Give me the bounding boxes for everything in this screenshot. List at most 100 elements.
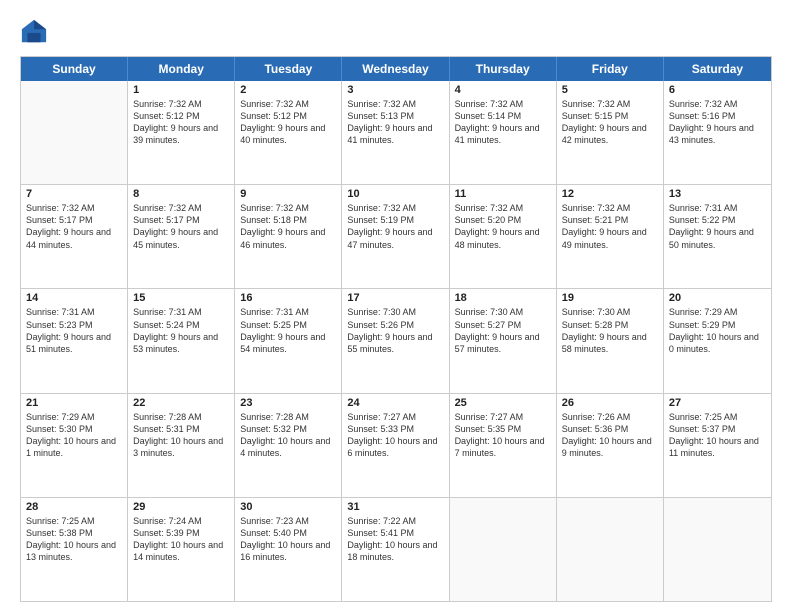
cell-info: Sunrise: 7:30 AMSunset: 5:26 PMDaylight:…: [347, 306, 443, 355]
day-number: 10: [347, 188, 443, 200]
weekday-header-saturday: Saturday: [664, 57, 771, 81]
day-number: 8: [133, 188, 229, 200]
cal-cell: 11 Sunrise: 7:32 AMSunset: 5:20 PMDayligh…: [450, 185, 557, 288]
cell-info: Sunrise: 7:28 AMSunset: 5:31 PMDaylight:…: [133, 411, 229, 460]
logo: [20, 18, 52, 46]
week-row-4: 21 Sunrise: 7:29 AMSunset: 5:30 PMDayligh…: [21, 393, 771, 497]
cal-cell: 4Sunrise: 7:32 AMSunset: 5:14 PMDaylight…: [450, 81, 557, 184]
cal-cell: 21 Sunrise: 7:29 AMSunset: 5:30 PMDayligh…: [21, 394, 128, 497]
week-row-1: 1Sunrise: 7:32 AMSunset: 5:12 PMDaylight…: [21, 81, 771, 184]
weekday-header-sunday: Sunday: [21, 57, 128, 81]
weekday-header-wednesday: Wednesday: [342, 57, 449, 81]
calendar-header: SundayMondayTuesdayWednesdayThursdayFrid…: [21, 57, 771, 81]
week-row-3: 14 Sunrise: 7:31 AMSunset: 5:23 PMDayligh…: [21, 288, 771, 392]
cell-info: Sunrise: 7:32 AMSunset: 5:16 PMDaylight:…: [669, 98, 766, 147]
cell-info: Sunrise: 7:31 AMSunset: 5:23 PMDaylight:…: [26, 306, 122, 355]
day-number: 15: [133, 292, 229, 304]
day-number: 20: [669, 292, 766, 304]
day-number: 27: [669, 397, 766, 409]
cell-info: Sunrise: 7:32 AMSunset: 5:12 PMDaylight:…: [133, 98, 229, 147]
cal-cell: 17 Sunrise: 7:30 AMSunset: 5:26 PMDayligh…: [342, 289, 449, 392]
cell-info: Sunrise: 7:25 AMSunset: 5:37 PMDaylight:…: [669, 411, 766, 460]
cal-cell: 10 Sunrise: 7:32 AMSunset: 5:19 PMDayligh…: [342, 185, 449, 288]
cal-cell: 14 Sunrise: 7:31 AMSunset: 5:23 PMDayligh…: [21, 289, 128, 392]
cell-info: Sunrise: 7:32 AMSunset: 5:15 PMDaylight:…: [562, 98, 658, 147]
cal-cell: 23 Sunrise: 7:28 AMSunset: 5:32 PMDayligh…: [235, 394, 342, 497]
cell-info: Sunrise: 7:32 AMSunset: 5:19 PMDaylight:…: [347, 202, 443, 251]
cal-cell: 2Sunrise: 7:32 AMSunset: 5:12 PMDaylight…: [235, 81, 342, 184]
day-number: 16: [240, 292, 336, 304]
cal-cell: [557, 498, 664, 601]
cell-info: Sunrise: 7:31 AMSunset: 5:24 PMDaylight:…: [133, 306, 229, 355]
logo-icon: [20, 18, 48, 46]
cal-cell: [21, 81, 128, 184]
day-number: 2: [240, 84, 336, 96]
cal-cell: 9Sunrise: 7:32 AMSunset: 5:18 PMDaylight…: [235, 185, 342, 288]
day-number: 13: [669, 188, 766, 200]
cal-cell: 24 Sunrise: 7:27 AMSunset: 5:33 PMDayligh…: [342, 394, 449, 497]
cell-info: Sunrise: 7:32 AMSunset: 5:18 PMDaylight:…: [240, 202, 336, 251]
week-row-5: 28Sunrise: 7:25 AMSunset: 5:38 PMDayligh…: [21, 497, 771, 601]
day-number: 12: [562, 188, 658, 200]
week-row-2: 7 Sunrise: 7:32 AMSunset: 5:17 PMDaylight…: [21, 184, 771, 288]
cal-cell: 8 Sunrise: 7:32 AMSunset: 5:17 PMDaylight…: [128, 185, 235, 288]
header: [20, 18, 772, 46]
cell-info: Sunrise: 7:29 AMSunset: 5:30 PMDaylight:…: [26, 411, 122, 460]
day-number: 25: [455, 397, 551, 409]
day-number: 29: [133, 501, 229, 513]
cal-cell: 3 Sunrise: 7:32 AMSunset: 5:13 PMDaylight…: [342, 81, 449, 184]
cal-cell: 20 Sunrise: 7:29 AMSunset: 5:29 PMDayligh…: [664, 289, 771, 392]
cal-cell: 7 Sunrise: 7:32 AMSunset: 5:17 PMDaylight…: [21, 185, 128, 288]
cell-info: Sunrise: 7:24 AMSunset: 5:39 PMDaylight:…: [133, 515, 229, 564]
page: SundayMondayTuesdayWednesdayThursdayFrid…: [0, 0, 792, 612]
cal-cell: 31 Sunrise: 7:22 AMSunset: 5:41 PMDayligh…: [342, 498, 449, 601]
cell-info: Sunrise: 7:22 AMSunset: 5:41 PMDaylight:…: [347, 515, 443, 564]
weekday-header-friday: Friday: [557, 57, 664, 81]
day-number: 23: [240, 397, 336, 409]
day-number: 14: [26, 292, 122, 304]
cal-cell: 5Sunrise: 7:32 AMSunset: 5:15 PMDaylight…: [557, 81, 664, 184]
cell-info: Sunrise: 7:28 AMSunset: 5:32 PMDaylight:…: [240, 411, 336, 460]
cell-info: Sunrise: 7:27 AMSunset: 5:33 PMDaylight:…: [347, 411, 443, 460]
weekday-header-tuesday: Tuesday: [235, 57, 342, 81]
cell-info: Sunrise: 7:31 AMSunset: 5:22 PMDaylight:…: [669, 202, 766, 251]
day-number: 19: [562, 292, 658, 304]
cal-cell: 18Sunrise: 7:30 AMSunset: 5:27 PMDayligh…: [450, 289, 557, 392]
cell-info: Sunrise: 7:23 AMSunset: 5:40 PMDaylight:…: [240, 515, 336, 564]
day-number: 26: [562, 397, 658, 409]
day-number: 31: [347, 501, 443, 513]
cal-cell: 25 Sunrise: 7:27 AMSunset: 5:35 PMDayligh…: [450, 394, 557, 497]
day-number: 18: [455, 292, 551, 304]
day-number: 28: [26, 501, 122, 513]
cal-cell: [664, 498, 771, 601]
day-number: 3: [347, 84, 443, 96]
cal-cell: 6 Sunrise: 7:32 AMSunset: 5:16 PMDaylight…: [664, 81, 771, 184]
cell-info: Sunrise: 7:31 AMSunset: 5:25 PMDaylight:…: [240, 306, 336, 355]
cal-cell: 1Sunrise: 7:32 AMSunset: 5:12 PMDaylight…: [128, 81, 235, 184]
cal-cell: 15 Sunrise: 7:31 AMSunset: 5:24 PMDayligh…: [128, 289, 235, 392]
cell-info: Sunrise: 7:32 AMSunset: 5:20 PMDaylight:…: [455, 202, 551, 251]
cal-cell: 13 Sunrise: 7:31 AMSunset: 5:22 PMDayligh…: [664, 185, 771, 288]
cal-cell: 27 Sunrise: 7:25 AMSunset: 5:37 PMDayligh…: [664, 394, 771, 497]
cell-info: Sunrise: 7:27 AMSunset: 5:35 PMDaylight:…: [455, 411, 551, 460]
cal-cell: 12Sunrise: 7:32 AMSunset: 5:21 PMDayligh…: [557, 185, 664, 288]
cell-info: Sunrise: 7:32 AMSunset: 5:17 PMDaylight:…: [133, 202, 229, 251]
cal-cell: 19Sunrise: 7:30 AMSunset: 5:28 PMDayligh…: [557, 289, 664, 392]
day-number: 6: [669, 84, 766, 96]
cal-cell: 26 Sunrise: 7:26 AMSunset: 5:36 PMDayligh…: [557, 394, 664, 497]
cal-cell: 22Sunrise: 7:28 AMSunset: 5:31 PMDayligh…: [128, 394, 235, 497]
cal-cell: 30Sunrise: 7:23 AMSunset: 5:40 PMDayligh…: [235, 498, 342, 601]
day-number: 7: [26, 188, 122, 200]
calendar-body: 1Sunrise: 7:32 AMSunset: 5:12 PMDaylight…: [21, 81, 771, 601]
cell-info: Sunrise: 7:29 AMSunset: 5:29 PMDaylight:…: [669, 306, 766, 355]
cal-cell: 29 Sunrise: 7:24 AMSunset: 5:39 PMDayligh…: [128, 498, 235, 601]
day-number: 4: [455, 84, 551, 96]
cell-info: Sunrise: 7:32 AMSunset: 5:13 PMDaylight:…: [347, 98, 443, 147]
day-number: 11: [455, 188, 551, 200]
day-number: 24: [347, 397, 443, 409]
cell-info: Sunrise: 7:26 AMSunset: 5:36 PMDaylight:…: [562, 411, 658, 460]
cal-cell: 28Sunrise: 7:25 AMSunset: 5:38 PMDayligh…: [21, 498, 128, 601]
cell-info: Sunrise: 7:32 AMSunset: 5:17 PMDaylight:…: [26, 202, 122, 251]
day-number: 21: [26, 397, 122, 409]
day-number: 17: [347, 292, 443, 304]
